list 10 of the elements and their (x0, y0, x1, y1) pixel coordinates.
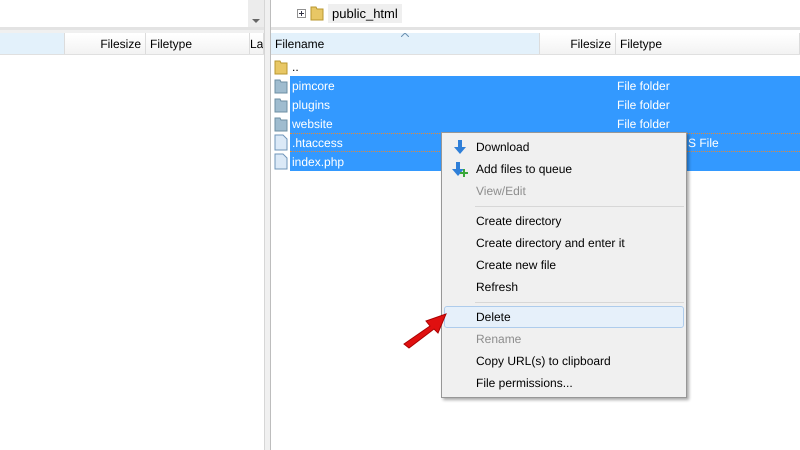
file-name: pimcore (292, 78, 335, 92)
file-name: .htaccess (292, 136, 343, 150)
file-name: plugins (292, 98, 330, 112)
file-type: File folder (617, 116, 670, 130)
file-type: File folder (617, 78, 670, 92)
file-name: index.php (292, 154, 344, 168)
file-name: website (292, 116, 333, 130)
file-type: File folder (617, 98, 670, 112)
file-name: .. (292, 60, 299, 74)
file-type: S File (688, 136, 719, 150)
